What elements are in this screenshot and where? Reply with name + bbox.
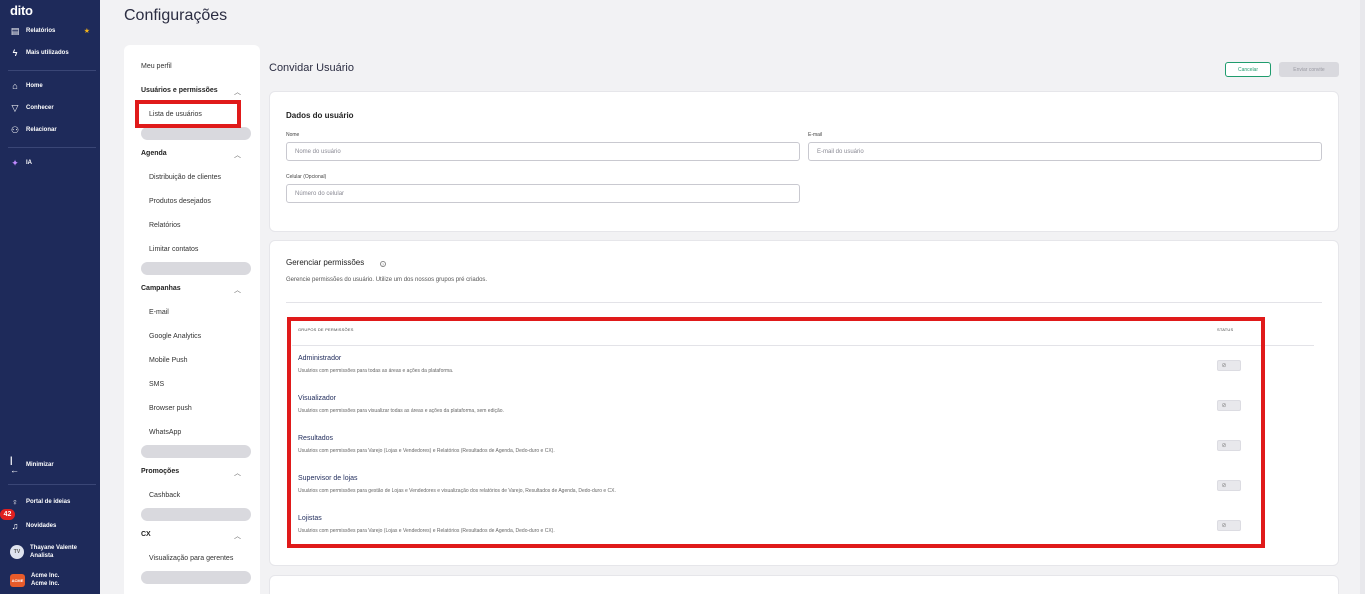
- help-icon[interactable]: ?: [380, 261, 386, 267]
- avatar: TV: [10, 545, 24, 559]
- phone-field[interactable]: Número do celular: [286, 184, 800, 203]
- menu-item-produtos-desejados[interactable]: Produtos desejados: [149, 198, 211, 205]
- user-data-card: [269, 91, 1339, 232]
- menu-section-usuarios[interactable]: Usuários e permissões: [141, 87, 218, 94]
- menu-item-browser-push[interactable]: Browser push: [149, 405, 192, 412]
- menu-item-sms[interactable]: SMS: [149, 381, 164, 388]
- chevron-up-icon[interactable]: ︿: [234, 87, 241, 97]
- email-field[interactable]: E-mail do usuário: [808, 142, 1322, 161]
- star-icon: ★: [83, 28, 90, 35]
- menu-placeholder-bar: [141, 127, 251, 140]
- nav-label: Minimizar: [26, 462, 54, 468]
- send-invite-button[interactable]: Enviar convite: [1279, 62, 1339, 77]
- menu-item-distribuicao[interactable]: Distribuição de clientes: [149, 174, 221, 181]
- dito-logo[interactable]: dito: [10, 3, 33, 18]
- menu-item-email[interactable]: E-mail: [149, 309, 169, 316]
- permissions-title: Gerenciar permissões: [286, 258, 365, 267]
- user-profile[interactable]: TV Thayane Valente Analista: [10, 544, 96, 560]
- menu-placeholder-bar: [141, 445, 251, 458]
- company-logo: ACME: [10, 573, 25, 587]
- nav-divider: [8, 70, 96, 71]
- divider: [286, 302, 1322, 303]
- nav-item-relacionar[interactable]: ⚇ Relacionar: [10, 125, 96, 135]
- phone-label: Celular (Opcional): [286, 174, 327, 180]
- nav-label: Relatórios: [26, 28, 56, 34]
- nav-label: Conhecer: [26, 105, 54, 111]
- nav-item-mais-utilizados[interactable]: ϟ Mais utilizados: [10, 48, 96, 58]
- collapse-icon: |←: [10, 455, 19, 475]
- menu-placeholder-bar: [141, 571, 251, 584]
- highlight-box: [135, 100, 241, 128]
- sparkle-icon: ✦: [11, 157, 19, 168]
- menu-item-meu-perfil[interactable]: Meu perfil: [141, 63, 172, 70]
- menu-item-cashback[interactable]: Cashback: [149, 492, 180, 499]
- menu-placeholder-bar: [141, 262, 251, 275]
- nav-item-portal-ideias[interactable]: ♀ Portal de ideias: [10, 497, 96, 507]
- menu-section-campanhas[interactable]: Campanhas: [141, 285, 181, 292]
- menu-item-limitar-contatos[interactable]: Limitar contatos: [149, 246, 198, 253]
- menu-item-mobile-push[interactable]: Mobile Push: [149, 357, 188, 364]
- nav-item-novidades[interactable]: ♫ Novidades: [10, 521, 96, 531]
- users-icon: ⚇: [10, 124, 20, 135]
- nav-label: Home: [26, 83, 43, 89]
- permissions-subtitle: Gerencie permissões do usuário. Utilize …: [286, 277, 488, 283]
- notification-badge: 42: [0, 509, 15, 520]
- company-switcher[interactable]: ACME Acme Inc. Acme Inc.: [10, 572, 96, 588]
- company-name: Acme Inc.: [31, 573, 60, 579]
- minimize-button[interactable]: |← Minimizar: [10, 455, 96, 475]
- user-data-title: Dados do usuário: [286, 111, 354, 120]
- highlight-box: [287, 317, 1265, 548]
- home-icon: ⌂: [12, 81, 18, 91]
- nav-item-ia[interactable]: ✦ IA: [10, 158, 96, 168]
- menu-placeholder-bar: [141, 508, 251, 521]
- company-info: Acme Inc. Acme Inc.: [31, 572, 59, 588]
- nav-item-home[interactable]: ⌂ Home: [10, 81, 96, 91]
- nav-divider: [8, 484, 96, 485]
- filter-icon: ▽: [11, 102, 19, 113]
- left-navigation: dito ▤ Relatórios ★ ϟ Mais utilizados ⌂ …: [0, 0, 100, 594]
- chevron-up-icon[interactable]: ︿: [234, 468, 241, 478]
- name-field[interactable]: Nome do usuário: [286, 142, 800, 161]
- nav-item-conhecer[interactable]: ▽ Conhecer: [10, 103, 96, 113]
- chevron-up-icon[interactable]: ︿: [234, 531, 241, 541]
- menu-item-whatsapp[interactable]: WhatsApp: [149, 429, 181, 436]
- user-name: Thayane Valente: [30, 545, 78, 551]
- page-title: Configurações: [124, 7, 228, 24]
- nav-divider: [8, 147, 96, 148]
- user-info: Thayane Valente Analista: [30, 544, 77, 560]
- nav-label: Portal de ideias: [26, 499, 71, 505]
- nav-label: Mais utilizados: [26, 50, 69, 56]
- report-icon: ▤: [10, 25, 20, 36]
- bolt-icon: ϟ: [12, 48, 18, 58]
- menu-item-google-analytics[interactable]: Google Analytics: [149, 333, 201, 340]
- bell-icon: ♫: [11, 521, 19, 531]
- form-title: Convidar Usuário: [269, 62, 354, 74]
- next-card: [269, 575, 1339, 594]
- menu-section-agenda[interactable]: Agenda: [141, 150, 167, 157]
- nav-item-relatorios[interactable]: ▤ Relatórios ★: [10, 26, 96, 36]
- nav-label: Relacionar: [26, 127, 57, 133]
- chevron-up-icon[interactable]: ︿: [234, 285, 241, 295]
- company-sub: Acme Inc.: [31, 581, 60, 587]
- scrollbar[interactable]: [1360, 0, 1365, 594]
- lightbulb-icon: ♀: [11, 497, 19, 507]
- chevron-up-icon[interactable]: ︿: [234, 150, 241, 160]
- menu-section-promocoes[interactable]: Promoções: [141, 468, 179, 475]
- nav-label: Novidades: [26, 523, 57, 529]
- cancel-button[interactable]: Cancelar: [1225, 62, 1271, 77]
- user-role: Analista: [30, 553, 54, 559]
- nav-label: IA: [26, 160, 32, 166]
- menu-item-visualizacao-gerentes[interactable]: Visualização para gerentes: [149, 555, 233, 562]
- email-label: E-mail: [808, 132, 823, 138]
- menu-item-relatorios[interactable]: Relatórios: [149, 222, 181, 229]
- menu-section-cx[interactable]: CX: [141, 531, 151, 538]
- name-label: Nome: [286, 132, 300, 138]
